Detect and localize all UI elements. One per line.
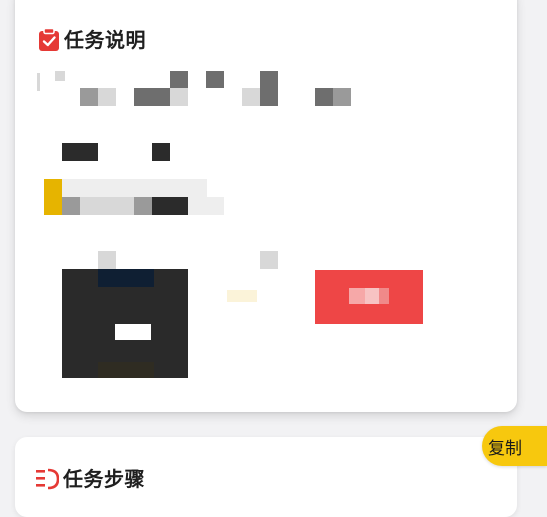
- task-steps-card: 任务步骤: [15, 437, 517, 517]
- obscured-red-action-button[interactable]: [315, 270, 423, 324]
- steps-list-icon: [36, 468, 59, 490]
- task-steps-title: 任务步骤: [63, 467, 145, 491]
- clipboard-check-icon: [39, 28, 59, 51]
- task-description-header: 任务说明: [38, 28, 146, 52]
- task-description-title: 任务说明: [64, 28, 146, 52]
- copy-button[interactable]: 复制: [482, 426, 547, 466]
- task-description-card: 任务说明: [15, 0, 517, 412]
- task-steps-header: 任务步骤: [35, 467, 145, 491]
- obscured-screenshot-image: [62, 269, 188, 378]
